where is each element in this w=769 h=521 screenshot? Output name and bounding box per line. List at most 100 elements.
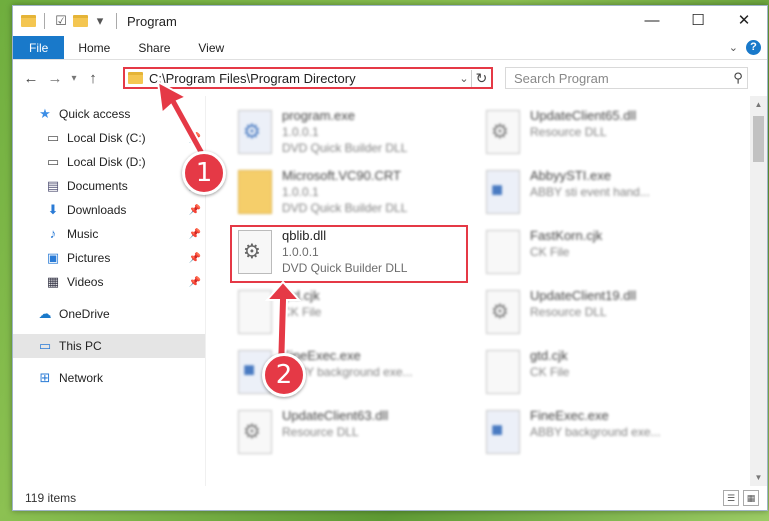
sidebar-item-label: This PC — [59, 339, 102, 353]
step-1-badge: 1 — [182, 151, 226, 195]
exe-file-icon: ■ — [486, 170, 520, 214]
vertical-scrollbar[interactable]: ▲ ▼ — [750, 96, 767, 486]
computer-icon: ▭ — [38, 338, 52, 353]
sidebar-item-local-disk-c[interactable]: ▭ Local Disk (C:) 📌 — [13, 126, 205, 150]
file-detail: Resource DLL — [530, 305, 607, 319]
folder-icon — [21, 15, 36, 27]
maximize-button[interactable]: ☐ — [675, 6, 721, 36]
tab-share[interactable]: Share — [124, 36, 184, 59]
file-item[interactable]: ⚙ UpdateClient65.dll Resource DLL — [482, 106, 722, 162]
sidebar-item-videos[interactable]: ▦ Videos 📌 — [13, 270, 205, 294]
file-name: Microsoft.VC90.CRT — [282, 168, 401, 183]
ribbon-right-controls: ⌄ ? — [729, 40, 761, 55]
sidebar-item-music[interactable]: ♪ Music 📌 — [13, 222, 205, 246]
large-icons-view-icon[interactable]: ▦ — [743, 490, 759, 506]
search-input[interactable]: Search Program — [514, 71, 729, 86]
ribbon-tabs: File Home Share View ⌄ ? — [13, 36, 767, 60]
file-detail: 1.0.0.1 — [282, 125, 319, 139]
file-name: FineExec.exe — [282, 348, 361, 363]
pin-icon[interactable]: 📌 — [189, 133, 201, 144]
scroll-thumb[interactable] — [753, 116, 764, 162]
tab-view[interactable]: View — [184, 36, 238, 59]
star-icon: ★ — [39, 106, 51, 121]
file-explorer-window: ☑ ▾ Program — ☐ ✕ File Home Share View ⌄… — [12, 5, 768, 511]
forward-arrow-icon[interactable]: → — [43, 70, 67, 87]
sidebar-item-label: Music — [67, 227, 99, 241]
exe-file-icon: ⚙ — [238, 110, 272, 154]
sidebar-item-this-pc[interactable]: ▭ This PC — [13, 334, 205, 358]
expand-ribbon-icon[interactable]: ⌄ — [729, 41, 738, 54]
sidebar-item-label: Videos — [67, 275, 104, 289]
file-detail: DVD Quick Builder DLL — [282, 141, 408, 155]
sidebar-item-quick-access[interactable]: ★ Quick access — [13, 102, 205, 126]
tab-home[interactable]: Home — [64, 36, 124, 59]
recent-locations-icon[interactable]: ▾ — [67, 73, 81, 84]
pin-icon[interactable]: 📌 — [189, 253, 201, 264]
file-item[interactable]: ⚙ UpdateClient63.dll Resource DLL — [234, 406, 474, 462]
sidebar-item-onedrive[interactable]: ☁ OneDrive — [13, 302, 205, 326]
file-item[interactable]: ■ AbbyySTI.exe ABBY sti event hand... — [482, 166, 722, 222]
documents-icon: ▤ — [46, 178, 60, 193]
file-detail: ABBY sti event hand... — [530, 185, 650, 199]
sidebar-item-label: Quick access — [59, 107, 131, 121]
title-bar: ☑ ▾ Program — ☐ ✕ — [13, 6, 767, 36]
customize-toolbar-icon[interactable]: ▾ — [92, 13, 108, 29]
sidebar-item-downloads[interactable]: ⬇ Downloads 📌 — [13, 198, 205, 222]
scroll-up-icon[interactable]: ▲ — [750, 96, 767, 113]
file-item[interactable]: ■ FineExec.exe ABBY background exe... — [482, 406, 722, 462]
scroll-down-icon[interactable]: ▼ — [750, 469, 767, 486]
close-button[interactable]: ✕ — [721, 6, 767, 36]
file-name: AbbyySTI.exe — [530, 168, 611, 183]
search-box[interactable]: Search Program ⚲ — [505, 67, 748, 89]
sidebar-item-network[interactable]: ⊞ Network — [13, 366, 205, 390]
help-icon[interactable]: ? — [746, 40, 761, 55]
back-arrow-icon[interactable]: ← — [19, 70, 43, 87]
chevron-down-icon[interactable]: ⌄ — [457, 72, 471, 85]
sidebar-item-local-disk-d[interactable]: ▭ Local Disk (D:) — [13, 150, 205, 174]
address-bar[interactable]: C:\Program Files\Program Directory ⌄ ↻ — [123, 67, 493, 89]
file-name: gtd.cjk — [530, 348, 568, 363]
tab-file[interactable]: File — [13, 36, 65, 59]
file-name: UpdateClient19.dll — [530, 288, 637, 303]
refresh-icon[interactable]: ↻ — [471, 69, 491, 87]
minimize-button[interactable]: — — [629, 6, 675, 36]
highlight-box — [230, 225, 468, 283]
folder-icon — [238, 170, 272, 214]
new-folder-icon[interactable] — [73, 15, 88, 27]
drive-icon: ▭ — [46, 154, 60, 169]
sidebar-item-pictures[interactable]: ▣ Pictures 📌 — [13, 246, 205, 270]
details-view-icon[interactable]: ☰ — [723, 490, 739, 506]
file-item[interactable]: ⚙ program.exe 1.0.0.1 DVD Quick Builder … — [234, 106, 474, 162]
file-detail: CK File — [530, 245, 570, 259]
file-item[interactable]: ⚙ UpdateClient19.dll Resource DLL — [482, 286, 722, 342]
up-arrow-icon[interactable]: ↑ — [81, 70, 105, 87]
file-item[interactable]: gtd.cjk CK File — [482, 346, 722, 402]
address-path[interactable]: C:\Program Files\Program Directory — [149, 71, 457, 86]
file-item[interactable]: gtd.cjk CK File — [234, 286, 474, 342]
sidebar-item-label: Local Disk (D:) — [67, 155, 146, 169]
file-name: FastKorn.cjk — [530, 228, 603, 243]
item-count: 119 items — [25, 491, 77, 505]
file-name: UpdateClient63.dll — [282, 408, 389, 423]
drive-icon: ▭ — [46, 130, 60, 145]
file-item[interactable]: FastKorn.cjk CK File — [482, 226, 722, 282]
pictures-icon: ▣ — [46, 250, 60, 265]
file-item[interactable]: Microsoft.VC90.CRT 1.0.0.1 DVD Quick Bui… — [234, 166, 474, 222]
sidebar-item-label: Network — [59, 371, 104, 385]
search-icon[interactable]: ⚲ — [729, 70, 747, 86]
step-2-badge: 2 — [262, 353, 306, 397]
download-icon: ⬇ — [47, 202, 59, 217]
file-detail: CK File — [282, 305, 322, 319]
pin-icon[interactable]: 📌 — [189, 229, 201, 240]
file-name: UpdateClient65.dll — [530, 108, 637, 123]
properties-icon[interactable]: ☑ — [53, 13, 69, 29]
file-list: ⚙ program.exe 1.0.0.1 DVD Quick Builder … — [205, 96, 767, 486]
pin-icon[interactable]: 📌 — [189, 205, 201, 216]
sidebar-item-label: Pictures — [67, 251, 111, 265]
network-icon: ⊞ — [39, 370, 51, 385]
folder-icon — [128, 72, 143, 84]
quick-access-toolbar: ☑ ▾ — [21, 13, 121, 29]
sidebar-item-documents[interactable]: ▤ Documents 📌 — [13, 174, 205, 198]
dll-file-icon: ⚙ — [486, 110, 520, 154]
pin-icon[interactable]: 📌 — [189, 277, 201, 288]
